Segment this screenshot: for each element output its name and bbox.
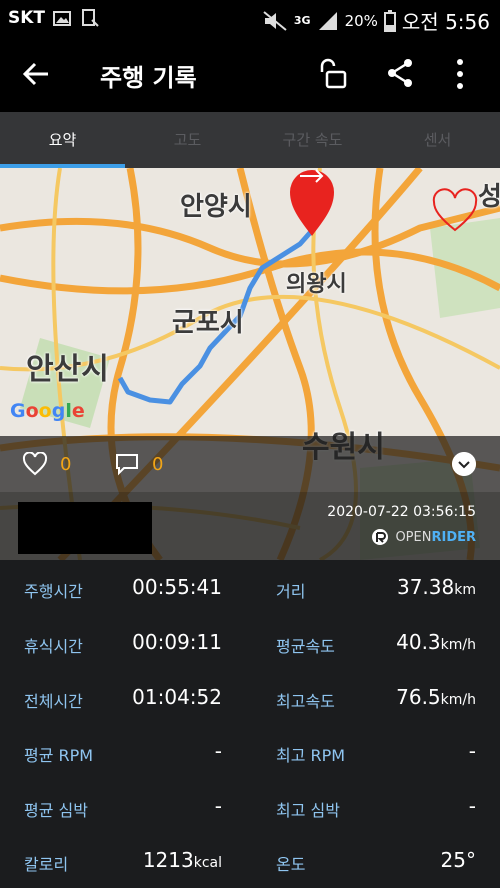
tab-bar: 요약 고도 구간 속도 센서 (0, 112, 500, 168)
stat-value: - (214, 794, 222, 818)
unlock-icon[interactable] (318, 58, 348, 90)
stat-value: 76.5km/h (396, 685, 476, 709)
chevron-down-icon[interactable] (452, 452, 476, 476)
stat-label: 최고속도 (276, 692, 335, 711)
carrier-label: SKT (8, 8, 46, 28)
tab-segment-speed[interactable]: 구간 속도 (250, 112, 375, 168)
stat-label: 거리 (276, 582, 306, 601)
mute-icon (263, 10, 287, 31)
back-arrow-icon[interactable] (22, 60, 50, 88)
stat-row: 평균 심박 - 최고 심박 - (0, 779, 500, 833)
stat-label: 온도 (276, 855, 306, 874)
battery-percent: 20% (344, 11, 378, 30)
comment-button[interactable]: 0 (114, 452, 163, 476)
stat-value: 40.3km/h (396, 630, 476, 654)
stat-value: 01:04:52 (132, 685, 222, 709)
tab-sensor[interactable]: 센서 (375, 112, 500, 168)
stat-value: 00:09:11 (132, 630, 222, 654)
page-title: 주행 기록 (100, 64, 197, 92)
stat-row: 전체시간 01:04:52 최고속도 76.5km/h (0, 670, 500, 724)
stat-label: 칼로리 (24, 855, 69, 874)
map-label-anyang: 안양시 (180, 192, 252, 222)
stat-value: - (214, 739, 222, 763)
heart-icon (22, 452, 48, 476)
comment-count: 0 (152, 453, 164, 475)
map-label-gunpo: 군포시 (172, 308, 244, 338)
stat-label: 휴식시간 (24, 637, 83, 656)
stat-label: 평균속도 (276, 637, 335, 656)
battery-icon (383, 9, 396, 32)
openrider-icon (372, 529, 389, 545)
more-options-icon[interactable] (455, 58, 465, 90)
stat-label: 주행시간 (24, 582, 83, 601)
tab-summary[interactable]: 요약 (0, 112, 125, 168)
stat-label: 평균 RPM (24, 746, 94, 765)
google-logo: Google (10, 400, 85, 422)
stat-label: 전체시간 (24, 692, 83, 711)
stat-value: 37.38km (396, 575, 476, 599)
gallery-icon (53, 11, 71, 26)
share-icon[interactable] (386, 58, 414, 88)
stat-value: 1213kcal (142, 848, 222, 872)
tab-altitude[interactable]: 고도 (125, 112, 250, 168)
record-datetime: 2020-07-22 03:56:15 (327, 504, 476, 520)
map-label-uiwang: 의왕시 (286, 272, 347, 297)
clock: 5:56 (445, 10, 490, 34)
stat-row: 평균 RPM - 최고 RPM - (0, 724, 500, 778)
like-button[interactable]: 0 (22, 452, 71, 476)
map-label-seong: 성 (478, 182, 500, 212)
stat-value: 00:55:41 (132, 575, 222, 599)
route-map[interactable]: 안양시 의왕시 군포시 안산시 수원시 성 Google 0 0 2020-07… (0, 168, 500, 560)
redacted-block (18, 502, 152, 554)
stat-row: 칼로리 1213kcal 온도 25° (0, 833, 500, 887)
stat-label: 평균 심박 (24, 801, 88, 820)
status-bar: SKT 3G 20% 오전 5:56 (0, 0, 500, 38)
social-bar: 0 0 (0, 436, 500, 492)
stat-row: 휴식시간 00:09:11 평균속도 40.3km/h (0, 615, 500, 669)
stat-value: - (468, 794, 476, 818)
stat-value: 25° (440, 848, 476, 872)
map-label-ansan: 안산시 (26, 352, 109, 387)
record-info-bar: 2020-07-22 03:56:15 OPENRIDER (0, 492, 500, 560)
app-bar: 주행 기록 (0, 38, 500, 112)
download-icon (82, 9, 99, 27)
like-count: 0 (60, 453, 72, 475)
comment-icon (116, 454, 138, 476)
stat-label: 최고 심박 (276, 801, 340, 820)
stats-panel: 주행시간 00:55:41 거리 37.38km 휴식시간 00:09:11 평… (0, 560, 500, 888)
stat-label: 최고 RPM (276, 746, 346, 765)
stat-value: - (468, 739, 476, 763)
signal-icon (318, 11, 337, 30)
stat-row: 주행시간 00:55:41 거리 37.38km (0, 560, 500, 614)
network-type-label: 3G (293, 14, 311, 27)
openrider-logo: OPENRIDER (371, 528, 476, 546)
time-period: 오전 (401, 10, 439, 34)
